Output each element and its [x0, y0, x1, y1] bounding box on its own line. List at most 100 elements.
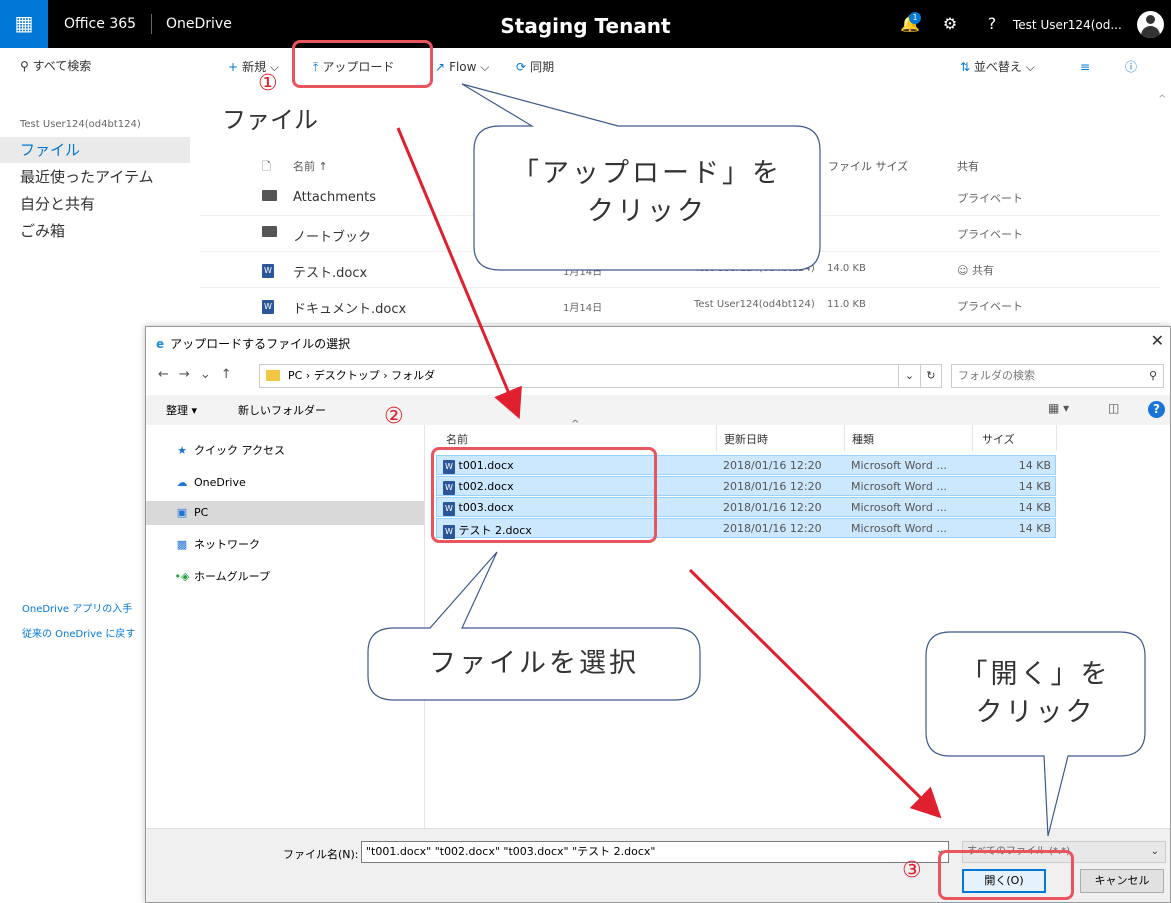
column-separator[interactable]	[1056, 425, 1057, 451]
user-name[interactable]: Test User124(od...	[1013, 0, 1122, 48]
new-folder-button[interactable]: 新しいフォルダー	[238, 402, 326, 418]
file-name[interactable]: ノートブック	[293, 226, 371, 245]
column-header-name[interactable]: 名前 ↑	[293, 158, 328, 174]
sort-label: 並べ替え	[973, 60, 1022, 74]
pane-divider[interactable]	[424, 425, 425, 828]
flow-button[interactable]: ↗ Flow ⌵	[435, 57, 489, 77]
view-options-icon[interactable]: ≡	[1080, 57, 1090, 77]
dialog-title: アップロードするファイルの選択	[170, 337, 351, 351]
sync-button[interactable]: ⟳ 同期	[516, 57, 554, 77]
up-arrow-icon[interactable]: ↑	[221, 367, 242, 382]
nav-buttons: ←→⌄↑	[158, 367, 242, 382]
file-row[interactable]: W テスト.docx 1月14日 Test User124(od4bt124) …	[200, 252, 1160, 288]
tree-item-homegroup[interactable]: •◈ ホームグループ	[146, 565, 424, 589]
file-name[interactable]: ドキュメント.docx	[293, 298, 406, 317]
tree-item-onedrive[interactable]: ☁ OneDrive	[146, 471, 424, 495]
sort-button[interactable]: ⇅ 並べ替え ⌵	[960, 57, 1035, 77]
dialog-file-modified: 2018/01/16 12:20	[723, 522, 822, 535]
scroll-up-arrow[interactable]: ^	[1158, 94, 1166, 105]
nav-item-shared[interactable]: 自分と共有	[0, 191, 190, 217]
people-icon: ☺	[957, 264, 969, 277]
file-sharing: プライベート	[957, 228, 1023, 241]
computer-icon: ▣	[176, 506, 188, 519]
help-icon[interactable]: ?	[1148, 401, 1165, 418]
homegroup-icon: •◈	[174, 570, 190, 583]
recent-locations-icon[interactable]: ⌄	[200, 367, 221, 382]
file-open-dialog: e アップロードするファイルの選択 ✕ ←→⌄↑ PC › デスクトップ › フォ…	[145, 326, 1171, 903]
classic-onedrive-link[interactable]: 従来の OneDrive に戻す	[22, 625, 135, 640]
dialog-file-size: 14 KB	[1018, 459, 1051, 472]
forward-arrow-icon[interactable]: →	[179, 367, 200, 382]
app-name[interactable]: OneDrive	[166, 0, 232, 48]
dialog-file-modified: 2018/01/16 12:20	[723, 459, 822, 472]
back-arrow-icon[interactable]: ←	[158, 367, 179, 382]
file-modified: 1月14日	[563, 267, 603, 278]
column-header-size[interactable]: サイズ	[982, 431, 1015, 447]
navigation-pane: ★ クイック アクセス ☁ OneDrive ▣ PC ▩ ネットワーク •◈ ホームグル…	[146, 425, 424, 828]
filename-input[interactable]: "t001.docx" "t002.docx" "t003.docx" "テスト…	[361, 841, 949, 863]
column-header-sharing[interactable]: 共有	[957, 158, 979, 174]
left-user-name: Test User124(od4bt124)	[20, 119, 141, 130]
search-icon: ⚲	[20, 59, 29, 73]
address-bar[interactable]: PC › デスクトップ › フォルダ	[259, 364, 942, 388]
file-sharing: プライベート	[957, 300, 1023, 313]
word-doc-icon: W	[262, 262, 274, 278]
tree-item-quick-access[interactable]: ★ クイック アクセス	[146, 439, 424, 463]
highlight-upload	[292, 40, 433, 88]
column-header-modified[interactable]: 更新日時	[724, 431, 768, 447]
tree-item-pc[interactable]: ▣ PC	[146, 501, 424, 525]
tree-label: PC	[194, 506, 209, 519]
avatar[interactable]	[1137, 11, 1164, 38]
column-separator[interactable]	[972, 425, 973, 451]
callout-open-text: 「開く」を クリック	[926, 656, 1145, 732]
address-dropdown-icon[interactable]: ⌄	[898, 364, 920, 388]
callout-open-line2: クリック	[975, 697, 1096, 728]
column-header-name[interactable]: 名前	[446, 431, 468, 447]
column-header-type[interactable]: 種類	[852, 431, 874, 447]
column-header-size[interactable]: ファイル サイズ	[828, 158, 908, 174]
notification-badge: 1	[909, 12, 921, 24]
file-sharing: プライベート	[957, 192, 1023, 205]
info-icon[interactable]: ⓘ	[1125, 57, 1137, 77]
organize-button[interactable]: 整理 ▾	[166, 402, 197, 418]
tree-label: ネットワーク	[194, 538, 260, 551]
search-all-label: すべて検索	[32, 59, 92, 73]
sort-icon: ⇅	[960, 60, 971, 74]
folder-icon	[266, 370, 280, 381]
callout-upload-line2: クリック	[587, 196, 707, 227]
column-separator[interactable]	[716, 425, 717, 451]
gear-icon[interactable]: ⚙	[935, 0, 965, 48]
help-icon[interactable]: ?	[977, 0, 1007, 48]
sort-ascending-icon: ^	[571, 419, 580, 430]
avatar-body	[1141, 26, 1160, 38]
office365-brand[interactable]: Office 365	[64, 0, 136, 48]
nav-item-recycle-bin[interactable]: ごみ箱	[0, 218, 190, 244]
callout-upload-text: 「アップロード」を クリック	[474, 155, 820, 231]
column-separator[interactable]	[844, 425, 845, 451]
nav-item-recent[interactable]: 最近使ったアイテム	[0, 164, 190, 190]
dialog-file-size: 14 KB	[1018, 480, 1051, 493]
preview-pane-icon[interactable]: ◫	[1108, 401, 1119, 415]
get-onedrive-apps-link[interactable]: OneDrive アプリの入手	[22, 600, 132, 615]
tree-label: クイック アクセス	[194, 444, 285, 457]
network-icon: ▩	[176, 538, 188, 551]
dialog-file-size: 14 KB	[1018, 522, 1051, 535]
step-number-2: ②	[384, 404, 404, 429]
search-all-box[interactable]: ⚲ すべて検索	[20, 57, 91, 74]
bell-icon[interactable]: 🔔	[895, 0, 925, 48]
view-mode-icon[interactable]: ▦ ▾	[1048, 401, 1069, 415]
chevron-down-icon: ⌄	[1150, 846, 1159, 857]
star-icon: ★	[177, 444, 187, 457]
callout-open-line1: 「開く」を	[960, 659, 1111, 690]
tree-item-network[interactable]: ▩ ネットワーク	[146, 533, 424, 557]
folder-search-placeholder: フォルダの検索	[958, 369, 1035, 382]
refresh-icon[interactable]: ↻	[920, 364, 942, 388]
cancel-button[interactable]: キャンセル	[1080, 869, 1164, 893]
nav-item-files[interactable]: ファイル	[0, 137, 190, 163]
file-name[interactable]: Attachments	[293, 190, 376, 205]
file-row[interactable]: W ドキュメント.docx 1月14日 Test User124(od4bt12…	[200, 288, 1160, 324]
close-icon[interactable]: ✕	[1151, 331, 1164, 350]
app-launcher-icon[interactable]: ▦	[0, 0, 48, 48]
file-name[interactable]: テスト.docx	[293, 262, 367, 281]
folder-search-input[interactable]: フォルダの検索 ⚲	[951, 364, 1164, 388]
